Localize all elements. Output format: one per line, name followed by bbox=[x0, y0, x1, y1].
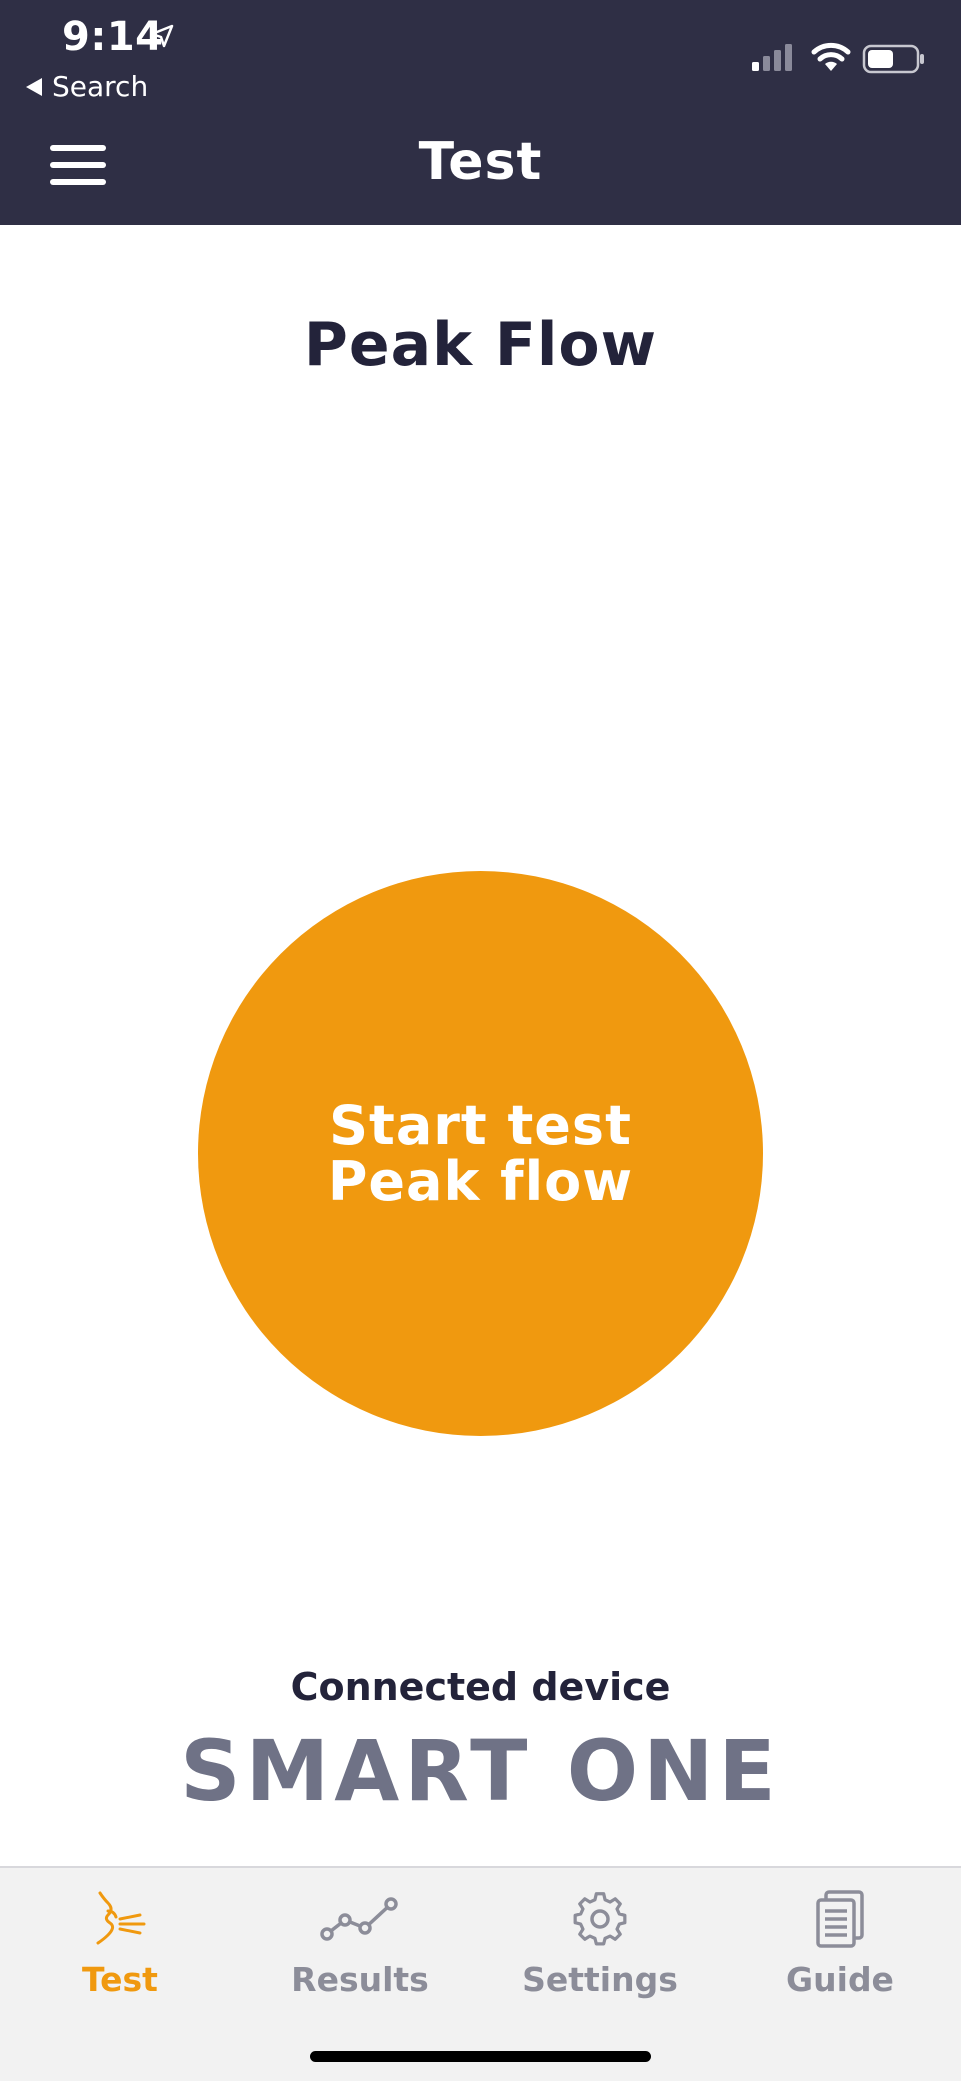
wifi-icon bbox=[810, 40, 852, 78]
tab-results-label: Results bbox=[291, 1960, 429, 1999]
back-search-label: Search bbox=[52, 70, 149, 103]
back-arrow-icon bbox=[26, 77, 42, 96]
header: 9:14 Search Test bbox=[0, 0, 961, 225]
app-screen: 9:14 Search Test Peak Flow Start test Pe… bbox=[0, 0, 961, 2081]
breath-test-icon bbox=[90, 1888, 150, 1950]
start-test-label: Start test bbox=[329, 1093, 632, 1157]
document-icon bbox=[814, 1888, 866, 1950]
gear-icon bbox=[571, 1888, 629, 1950]
battery-icon bbox=[862, 44, 926, 78]
signal-icon bbox=[750, 42, 796, 76]
location-arrow-icon bbox=[150, 24, 174, 52]
device-name: SMART ONE bbox=[180, 1722, 781, 1820]
connected-device-label: Connected device bbox=[290, 1665, 671, 1709]
tab-settings-label: Settings bbox=[522, 1960, 678, 1999]
page-title: Peak Flow bbox=[303, 310, 658, 380]
tab-guide[interactable]: Guide bbox=[720, 1868, 960, 2018]
line-graph-icon bbox=[319, 1888, 401, 1950]
tab-bar: Test Results Settings Guide bbox=[0, 1866, 961, 2081]
home-indicator[interactable] bbox=[310, 2051, 651, 2062]
back-to-search-button[interactable]: Search bbox=[26, 70, 148, 103]
tab-test-label: Test bbox=[82, 1960, 158, 1999]
tab-results[interactable]: Results bbox=[240, 1868, 480, 2018]
nav-title: Test bbox=[418, 132, 543, 192]
tab-test[interactable]: Test bbox=[0, 1868, 240, 2018]
peak-flow-label: Peak flow bbox=[327, 1149, 634, 1213]
start-test-button[interactable]: Start test Peak flow bbox=[198, 871, 763, 1436]
tab-settings[interactable]: Settings bbox=[480, 1868, 720, 2018]
status-time: 9:14 bbox=[62, 14, 164, 60]
tab-guide-label: Guide bbox=[786, 1960, 894, 1999]
